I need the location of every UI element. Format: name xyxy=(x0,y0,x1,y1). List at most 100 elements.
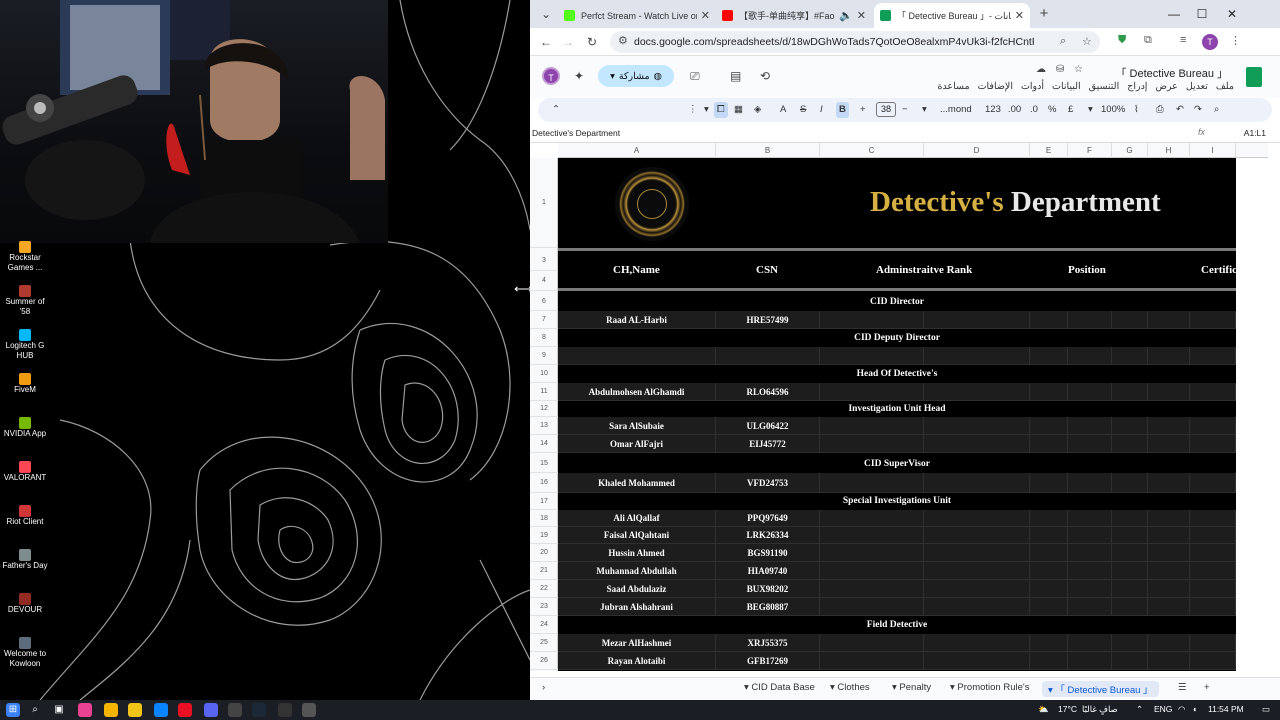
cell-empty[interactable] xyxy=(1068,473,1112,493)
menu-edit[interactable]: تعديل xyxy=(1186,81,1208,92)
window-close-button[interactable]: ✕ xyxy=(1220,4,1244,24)
cell-name[interactable]: Faisal AlQahtani xyxy=(558,527,716,544)
cell-empty[interactable] xyxy=(1030,473,1068,493)
row-header[interactable]: 9 xyxy=(530,347,558,365)
column-header[interactable]: I xyxy=(1190,143,1236,158)
cell-empty[interactable] xyxy=(820,580,924,598)
menu-tools[interactable]: أدوات xyxy=(1021,81,1044,92)
tab-kick-stream[interactable]: Perfct Stream - Watch Live on K ✕ xyxy=(558,3,716,28)
row-header[interactable]: 6 xyxy=(530,293,558,311)
media-icon[interactable]: ≡ xyxy=(1180,34,1186,46)
decrease-decimal-icon[interactable]: .0 xyxy=(1030,102,1038,118)
desktop-icon-fivem[interactable]: FiveM xyxy=(0,370,50,414)
search-icon[interactable]: ⌕ xyxy=(28,703,42,717)
cell-empty[interactable] xyxy=(820,473,924,493)
cell-empty[interactable] xyxy=(924,580,1030,598)
cell-empty[interactable] xyxy=(1148,435,1190,453)
forward-arrow-icon[interactable]: → xyxy=(558,32,578,52)
row-header[interactable]: 23 xyxy=(530,598,558,616)
cell-csn[interactable]: BUX98202 xyxy=(716,580,820,598)
formula-content[interactable]: Detective's Department xyxy=(532,128,620,138)
cell-empty[interactable] xyxy=(1190,634,1236,652)
cell-empty[interactable] xyxy=(1068,383,1112,401)
merge-cells-icon[interactable]: ⧠ xyxy=(714,102,728,118)
weather-description[interactable]: صافٍ غالبًا xyxy=(1082,704,1118,715)
back-arrow-icon[interactable]: ← xyxy=(536,32,556,52)
desktop-icon-nvidia[interactable]: NVIDIA App xyxy=(0,414,50,458)
percent-format-icon[interactable]: % xyxy=(1048,102,1056,118)
column-header[interactable]: B xyxy=(716,143,820,158)
row-header[interactable]: 12 xyxy=(530,401,558,417)
desktop-icon-valorant[interactable]: VALORANT xyxy=(0,458,50,502)
cell-csn[interactable]: GFB17269 xyxy=(716,652,820,670)
add-sheet-icon[interactable]: + xyxy=(1204,682,1210,693)
redo-icon[interactable]: ↷ xyxy=(1194,102,1202,118)
move-icon[interactable]: ⛁ xyxy=(1056,64,1064,75)
omnibox[interactable]: ⚙ docs.google.com/spreadsheets/d/18wDGhW… xyxy=(610,31,1100,53)
undo-icon[interactable]: ↶ xyxy=(1176,102,1184,118)
cell-empty[interactable] xyxy=(820,435,924,453)
cell-empty[interactable] xyxy=(924,527,1030,544)
cell-empty[interactable] xyxy=(1112,311,1148,329)
cell-empty[interactable] xyxy=(820,383,924,401)
font-size-input[interactable]: 38 xyxy=(876,102,896,117)
cell-csn[interactable]: EIJ45772 xyxy=(716,435,820,453)
cell-empty[interactable] xyxy=(820,652,924,670)
row-header[interactable]: 25 xyxy=(530,634,558,652)
sheet-tab-penalty[interactable]: ▾ Penalty xyxy=(892,682,931,693)
cell-empty[interactable] xyxy=(1148,311,1190,329)
cell-empty[interactable] xyxy=(1148,652,1190,670)
cell-name[interactable]: Raad AL-Harbi xyxy=(558,311,716,329)
desktop-icon-rockstar[interactable]: Rockstar Games ... xyxy=(0,238,50,282)
cell-empty[interactable] xyxy=(924,473,1030,493)
cell-empty[interactable] xyxy=(1190,598,1236,616)
section-header[interactable]: CID Director xyxy=(558,293,1236,311)
row-header[interactable]: 8 xyxy=(530,329,558,347)
steam-icon[interactable] xyxy=(252,703,266,717)
cell-csn[interactable]: ULG06422 xyxy=(716,417,820,435)
cell-name[interactable]: Omar AlFajri xyxy=(558,435,716,453)
cell-empty[interactable] xyxy=(1112,544,1148,562)
cell-empty[interactable] xyxy=(820,562,924,580)
language-indicator[interactable]: ENG xyxy=(1154,704,1172,714)
desktop-icon-devour[interactable]: DEVOUR xyxy=(0,590,50,634)
more-tools-icon[interactable]: ⋮ xyxy=(688,102,698,118)
row-header[interactable]: 20 xyxy=(530,544,558,562)
wifi-icon[interactable]: ◠ xyxy=(1178,704,1185,715)
menu-insert[interactable]: إدراج xyxy=(1127,81,1147,92)
desktop-icon-summer-of-58[interactable]: Summer of '58 xyxy=(0,282,50,326)
section-header[interactable]: CID Deputy Director xyxy=(558,329,1236,347)
cell-empty[interactable] xyxy=(1030,417,1068,435)
cell-empty[interactable] xyxy=(924,435,1030,453)
app-icon[interactable] xyxy=(228,703,242,717)
cell-csn[interactable]: RLO64596 xyxy=(716,383,820,401)
cell-empty[interactable] xyxy=(1030,311,1068,329)
fill-color-icon[interactable]: ◈ xyxy=(754,102,761,118)
cell-empty[interactable] xyxy=(1190,347,1236,365)
cell-empty[interactable] xyxy=(1112,473,1148,493)
cell-name[interactable]: Khaled Mohammed xyxy=(558,473,716,493)
banner-title[interactable]: Detective's Department xyxy=(870,186,1161,219)
cell-empty[interactable] xyxy=(1068,544,1112,562)
cell-empty[interactable] xyxy=(1112,435,1148,453)
row-header[interactable]: 24 xyxy=(530,616,558,634)
clock[interactable]: 11:54 PM xyxy=(1208,704,1244,714)
column-header[interactable]: E xyxy=(1030,143,1068,158)
speaker-icon[interactable]: 🔈 xyxy=(839,9,853,22)
close-icon[interactable]: ✕ xyxy=(1015,9,1024,22)
increase-font-size-icon[interactable]: + xyxy=(860,102,866,118)
maximize-button[interactable]: ☐ xyxy=(1190,4,1214,24)
chrome-icon[interactable] xyxy=(104,703,118,717)
menu-format[interactable]: التنسيق xyxy=(1089,81,1120,92)
currency-format-icon[interactable]: £ xyxy=(1068,102,1073,118)
meet-video-icon[interactable]: ⎚ xyxy=(690,69,700,84)
cell-empty[interactable] xyxy=(1068,417,1112,435)
row-header[interactable]: 17 xyxy=(530,493,558,510)
menu-extensions[interactable]: الإضافات xyxy=(978,81,1013,92)
cell-empty[interactable] xyxy=(1148,347,1190,365)
file-explorer-icon[interactable] xyxy=(128,703,142,717)
edge-icon[interactable] xyxy=(154,703,168,717)
desktop-icon-fathers-day[interactable]: Father's Day xyxy=(0,546,50,590)
dropdown-icon[interactable]: ▾ xyxy=(1088,102,1093,118)
shield-extension-icon[interactable]: ⛊ xyxy=(1118,34,1126,47)
